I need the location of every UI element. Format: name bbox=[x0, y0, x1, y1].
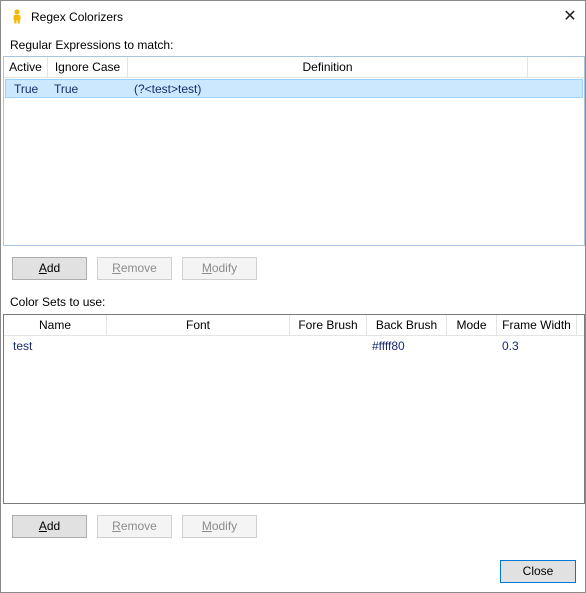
regex-remove-button[interactable]: Remove bbox=[97, 257, 172, 280]
modify-label-rest: odify bbox=[211, 261, 238, 275]
cell-back-brush: #ffff80 bbox=[372, 339, 405, 353]
add-label-rest: dd bbox=[46, 519, 61, 533]
column-header-font[interactable]: Font bbox=[107, 315, 290, 336]
column-header-frame-width[interactable]: Frame Width bbox=[497, 315, 577, 336]
colorset-add-button[interactable]: Add bbox=[12, 515, 87, 538]
title-bar: Regex Colorizers ✕ bbox=[1, 1, 585, 33]
remove-mnemonic: R bbox=[112, 261, 121, 275]
column-header-fore-brush[interactable]: Fore Brush bbox=[290, 315, 367, 336]
cell-frame-width: 0.3 bbox=[502, 339, 519, 353]
cell-ignore-case: True bbox=[54, 82, 79, 96]
column-header-name[interactable]: Name bbox=[4, 315, 107, 336]
add-mnemonic: A bbox=[38, 261, 47, 275]
modify-mnemonic: M bbox=[201, 519, 212, 533]
regex-listview[interactable]: Active Ignore Case Definition True True … bbox=[3, 56, 585, 246]
regex-section-label: Regular Expressions to match: bbox=[10, 38, 174, 52]
regex-row[interactable]: True True (?<test>test) bbox=[5, 79, 583, 98]
add-mnemonic: A bbox=[38, 519, 47, 533]
person-icon bbox=[13, 9, 21, 24]
colorset-row[interactable]: test #ffff80 0.3 bbox=[5, 337, 583, 356]
colorset-listview-header: Name Font Fore Brush Back Brush Mode Fra… bbox=[4, 315, 584, 336]
column-header-mode[interactable]: Mode bbox=[447, 315, 497, 336]
remove-label-rest: emove bbox=[120, 519, 157, 533]
regex-modify-button[interactable]: Modify bbox=[182, 257, 257, 280]
modify-mnemonic: M bbox=[201, 261, 212, 275]
cell-active: True bbox=[14, 82, 39, 96]
close-button[interactable]: Close bbox=[500, 560, 576, 583]
remove-label-rest: emove bbox=[120, 261, 157, 275]
window-title: Regex Colorizers bbox=[31, 10, 124, 24]
column-header-ignore-case[interactable]: Ignore Case bbox=[48, 57, 128, 78]
column-header-definition[interactable]: Definition bbox=[128, 57, 528, 78]
remove-mnemonic: R bbox=[112, 519, 121, 533]
column-header-active[interactable]: Active bbox=[4, 57, 48, 78]
close-window-icon[interactable]: ✕ bbox=[561, 8, 579, 26]
cell-name: test bbox=[13, 339, 33, 353]
cell-definition: (?<test>test) bbox=[134, 82, 202, 96]
modify-label-rest: odify bbox=[211, 519, 238, 533]
add-label-rest: dd bbox=[46, 261, 61, 275]
regex-colorizers-dialog: Regex Colorizers ✕ Regular Expressions t… bbox=[0, 0, 586, 593]
colorset-modify-button[interactable]: Modify bbox=[182, 515, 257, 538]
regex-listview-header: Active Ignore Case Definition bbox=[4, 57, 584, 78]
colorset-section-label: Color Sets to use: bbox=[10, 295, 106, 309]
colorset-remove-button[interactable]: Remove bbox=[97, 515, 172, 538]
regex-add-button[interactable]: Add bbox=[12, 257, 87, 280]
column-header-back-brush[interactable]: Back Brush bbox=[367, 315, 447, 336]
colorset-listview[interactable]: Name Font Fore Brush Back Brush Mode Fra… bbox=[3, 314, 585, 504]
